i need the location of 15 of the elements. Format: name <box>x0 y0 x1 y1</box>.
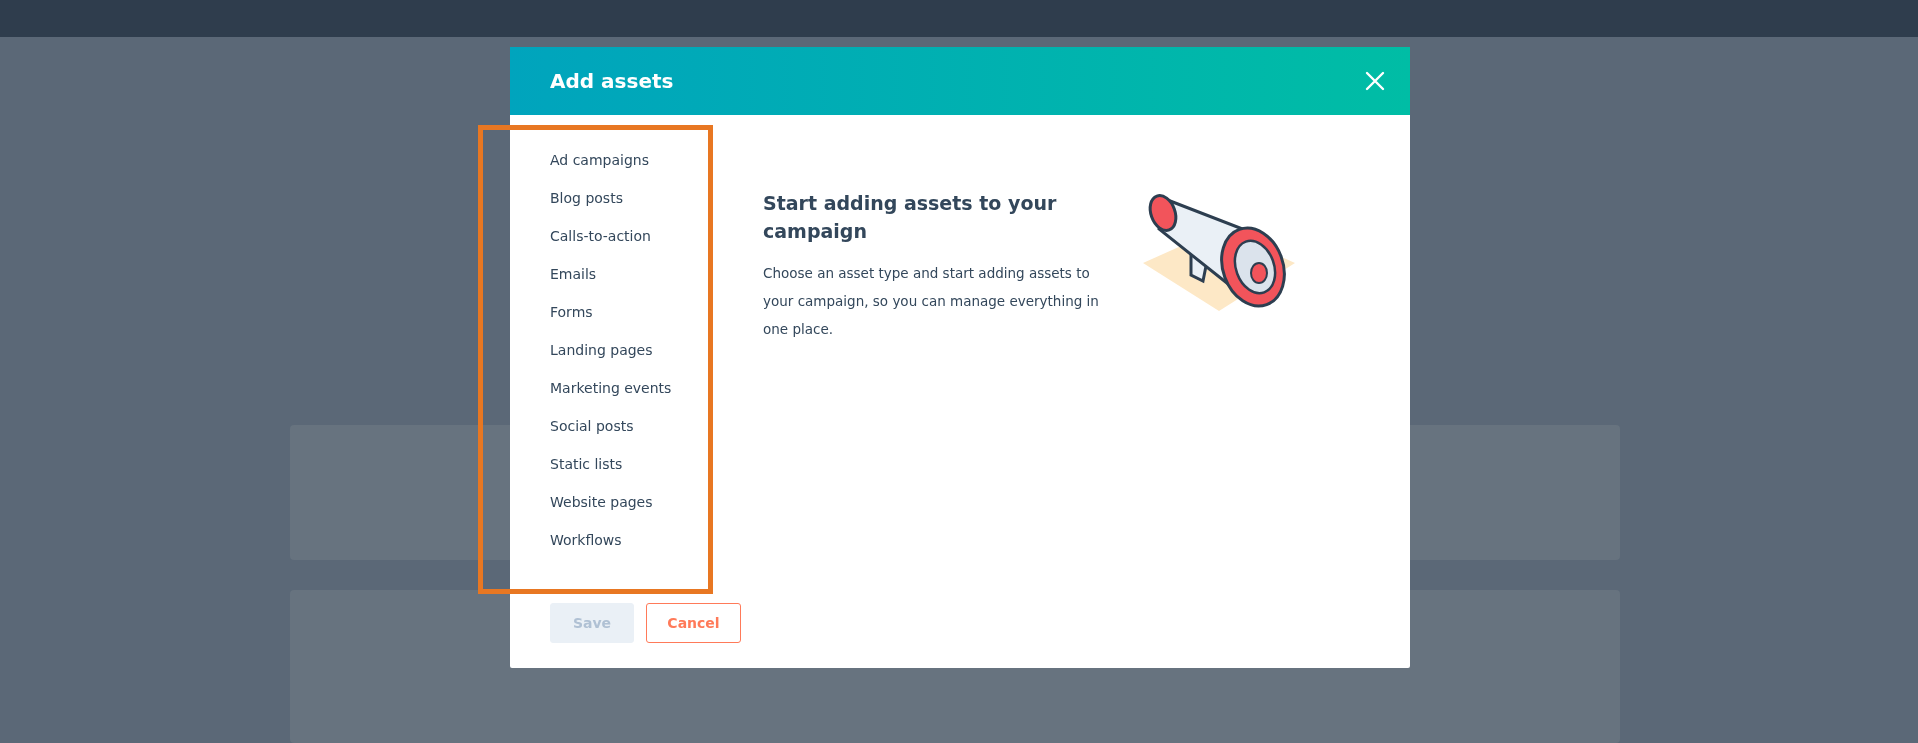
asset-type-item[interactable]: Landing pages <box>550 331 763 369</box>
empty-state-heading: Start adding assets to your campaign <box>763 191 1058 244</box>
close-icon <box>1364 70 1386 92</box>
asset-type-item[interactable]: Workflows <box>550 521 763 559</box>
asset-type-item[interactable]: Forms <box>550 293 763 331</box>
asset-type-item[interactable]: Ad campaigns <box>550 141 763 179</box>
empty-state-description: Choose an asset type and start adding assets to your campaign, so you can manage everything in one place. <box>763 264 1100 339</box>
asset-type-item[interactable]: Emails <box>550 255 763 293</box>
asset-type-item[interactable]: Website pages <box>550 483 763 521</box>
dialog-title: Add assets <box>550 69 674 93</box>
asset-type-item[interactable]: Social posts <box>550 407 763 445</box>
asset-type-item[interactable]: Static lists <box>550 445 763 483</box>
asset-type-item[interactable]: Blog posts <box>550 179 763 217</box>
asset-type-item[interactable]: Calls-to-action <box>550 217 763 255</box>
asset-type-item[interactable]: Marketing events <box>550 369 763 407</box>
